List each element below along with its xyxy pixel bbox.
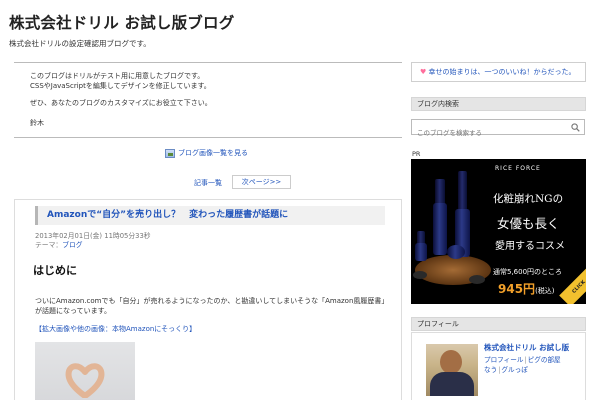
article-theme-label: テーマ： (35, 241, 63, 249)
photo-list-link[interactable]: ブログ画像一覧を見る (165, 148, 248, 158)
ad-click-badge[interactable]: CLICK (559, 267, 586, 304)
message-line: ぜひ、あなたのブログのカスタマイズにお役立て下さい。 (30, 99, 212, 107)
search-widget-title: ブログ内検索 (411, 97, 586, 111)
message-box: このブログはドリルがテスト用に用意したブログです。 CSSやJavaScript… (14, 62, 402, 138)
blog-title[interactable]: 株式会社ドリル お試し版ブログ (9, 11, 234, 33)
heart-icon: ♥ (420, 68, 427, 76)
avatar-face (440, 350, 462, 374)
profile-link[interactable]: ピグの部屋 (528, 356, 561, 364)
ad-price-value: 945円 (498, 282, 536, 296)
photo-icon (165, 148, 175, 158)
ad-offer: 通常5,600円のところ (493, 268, 563, 276)
ad-price: 945円(税込) (498, 280, 555, 297)
ad-tax: (税込) (535, 287, 555, 295)
article-heading: はじめに (33, 264, 77, 277)
heart-hands-icon (65, 363, 105, 398)
pr-label: PR (412, 150, 421, 158)
ad-bottle-cap (435, 179, 445, 205)
ad-copy: 化粧崩れNGの (493, 193, 564, 205)
search-box (411, 119, 585, 140)
sidebar-banner[interactable]: ♥ 幸せの始まりは、一つのいいね！からだった。 (411, 62, 586, 82)
profile-name[interactable]: 株式会社ドリル お試し版 (484, 342, 569, 353)
article-theme: テーマ：ブログ (35, 239, 83, 249)
article-theme-link[interactable]: ブログ (62, 241, 82, 249)
ad-stone (413, 271, 427, 279)
ad-stone (469, 275, 485, 284)
sidebar-banner-text: 幸せの始まりは、一つのいいね！からだった。 (428, 68, 576, 76)
article-image[interactable] (35, 342, 135, 400)
ad-copy: 愛用するコスメ (495, 241, 565, 252)
article-list-link[interactable]: 記事一覧 (194, 178, 222, 188)
profile-link[interactable]: なう (484, 366, 497, 374)
profile-link[interactable]: プロフィール (484, 356, 523, 364)
article-body-line: が話題になっています。 (35, 307, 111, 315)
article-body-line: ついにAmazon.comでも「自分」が売れるようになったのか、と勘違いしてしま… (35, 297, 389, 305)
profile-links: プロフィール|ピグの部屋 なう|グルっぽ (484, 355, 561, 375)
avatar-shirt (430, 372, 474, 396)
profile-link[interactable]: グルっぽ (501, 366, 527, 374)
ad-bottle (415, 243, 427, 261)
message-signature: 鈴木 (30, 119, 44, 127)
next-page-button[interactable]: 次ページ>> (232, 175, 291, 189)
message-line: CSSやJavaScriptを編集してデザインを修正しています。 (30, 82, 211, 90)
ad-jar (447, 245, 465, 259)
ad-banner[interactable]: RICE FORCE 化粧崩れNGの 女優も長く 愛用するコスメ 通常5,600… (411, 159, 586, 304)
blog-description: 株式会社ドリルの設定確認用ブログです。 (9, 39, 151, 48)
photo-list-link-label[interactable]: ブログ画像一覧を見る (178, 148, 248, 158)
ad-brand: RICE FORCE (495, 165, 541, 172)
article-title[interactable]: Amazonで“自分”を売り出し？ 変わった履歴書が話題に (35, 206, 385, 225)
ad-bottle (433, 203, 447, 255)
article: Amazonで“自分”を売り出し？ 変わった履歴書が話題に 2013年02月01… (14, 199, 402, 400)
ad-copy: 女優も長く (497, 216, 560, 231)
search-icon[interactable] (571, 123, 580, 132)
blog-search-input[interactable] (412, 126, 562, 140)
message-line: このブログはドリルがテスト用に用意したブログです。 (30, 72, 205, 80)
profile-box: 株式会社ドリル お試し版 プロフィール|ピグの部屋 なう|グルっぽ (411, 332, 586, 400)
ad-bottle-cap (458, 171, 467, 211)
avatar[interactable] (426, 344, 478, 396)
article-image-link[interactable]: 【拡大画像や他の画像：本物Amazonにそっくり】 (35, 324, 196, 334)
profile-widget-title: プロフィール (411, 317, 586, 331)
